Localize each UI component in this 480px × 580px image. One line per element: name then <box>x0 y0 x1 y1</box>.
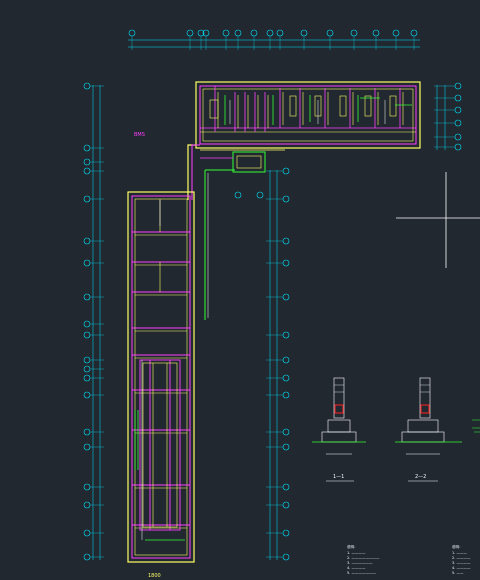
axis-bubble-icon <box>83 259 91 267</box>
design-notes-right: 说明： 1. ——— 2. ———— 3. ———— 4. ———— 5. —— <box>452 544 471 575</box>
section-detail-2-2 <box>395 377 480 455</box>
axis-bubble-icon <box>83 331 91 339</box>
notes-line: 2. ———————— <box>347 556 380 560</box>
notes-line: 3. —————— <box>347 561 373 565</box>
axis-bubble-icon <box>282 356 290 364</box>
axis-bubble-icon <box>282 259 290 267</box>
cad-drawing-canvas[interactable]: BMS 1800 1—1 2—2 说明： 1. ———— 2. ————————… <box>0 0 480 580</box>
axis-bubble-icon <box>83 237 91 245</box>
axis-bubble-icon <box>222 29 230 37</box>
axis-bubble-icon <box>83 483 91 491</box>
axis-bubble-icon <box>83 553 91 561</box>
pink-area-label: BMS <box>134 132 145 138</box>
axis-bubble-icon <box>282 443 290 451</box>
axis-bubble-icon <box>276 29 284 37</box>
axis-bubble-icon <box>282 428 290 436</box>
notes-line: 2. ———— <box>452 556 471 560</box>
bottom-dimension-label: 1800 <box>148 573 161 579</box>
notes-line: 3. ———— <box>452 561 471 565</box>
axis-bubble-icon <box>83 158 91 166</box>
design-notes: 说明： 1. ———— 2. ———————— 3. —————— 4. ———… <box>347 544 380 575</box>
axis-bubble-icon <box>282 374 290 382</box>
notes-line: 5. —— <box>452 571 464 575</box>
axis-bubble-icon <box>282 331 290 339</box>
axis-bubble-icon <box>282 391 290 399</box>
axis-bubble-icon <box>83 195 91 203</box>
axis-bubble-icon <box>350 29 358 37</box>
notes-line: 5. ——————— <box>347 571 376 575</box>
axis-bubble-icon <box>454 143 462 151</box>
notes-line: 1. ——— <box>452 551 467 555</box>
axis-bubble-icon <box>282 195 290 203</box>
axis-bubble-icon <box>300 29 308 37</box>
axis-bubble-icon <box>83 356 91 364</box>
axis-bubble-icon <box>454 133 462 141</box>
axis-bubble-icon <box>83 391 91 399</box>
axis-bubble-icon <box>83 443 91 451</box>
axis-bubble-icon <box>83 82 91 90</box>
axis-bubble-icon <box>282 293 290 301</box>
axis-bubble-icon <box>454 119 462 127</box>
axis-bubble-icon <box>83 374 91 382</box>
notes-line: 4. ———— <box>347 566 366 570</box>
axis-bubble-icon <box>83 428 91 436</box>
long-wing-plan <box>127 191 195 563</box>
crosshair-cursor-icon <box>396 172 480 268</box>
axis-bubble-icon <box>128 29 136 37</box>
axis-bubble-icon <box>282 167 290 175</box>
axis-bubble-icon <box>83 501 91 509</box>
axis-bubble-icon <box>454 106 462 114</box>
axis-bubble-icon <box>234 191 242 199</box>
axis-bubble-icon <box>83 144 91 152</box>
axis-bubble-icon <box>454 94 462 102</box>
axis-bubble-icon <box>410 29 418 37</box>
axis-bubble-icon <box>282 501 290 509</box>
axis-bubble-icon <box>372 29 380 37</box>
section-title-1-1: 1—1 <box>333 474 344 480</box>
axis-bubble-icon <box>282 553 290 561</box>
axis-bubble-icon <box>326 29 334 37</box>
axis-bubble-icon <box>83 167 91 175</box>
corridor-plan <box>187 144 285 320</box>
axis-bubble-icon <box>454 82 462 90</box>
axis-bubble-icon <box>266 29 274 37</box>
axis-grid <box>92 39 446 560</box>
axis-bubble-icon <box>256 191 264 199</box>
axis-bubble-icon <box>234 29 242 37</box>
top-wing-plan <box>195 81 421 149</box>
axis-bubble-icon <box>250 29 258 37</box>
axis-bubble-icon <box>83 293 91 301</box>
notes-title: 说明： <box>347 544 358 549</box>
notes-line: 1. ———— <box>347 551 366 555</box>
axis-bubble-icon <box>83 365 91 373</box>
notes-line: 4. ———— <box>452 566 471 570</box>
section-title-2-2: 2—2 <box>415 474 426 480</box>
axis-bubble-icon <box>186 29 194 37</box>
axis-bubble-icon <box>83 320 91 328</box>
axis-bubble-icon <box>282 483 290 491</box>
axis-bubble-icon <box>392 29 400 37</box>
axis-bubble-icon <box>83 529 91 537</box>
section-detail-1-1 <box>312 377 366 455</box>
axis-bubble-icon <box>282 237 290 245</box>
notes-title: 说明： <box>452 544 463 549</box>
axis-bubble-icon <box>282 529 290 537</box>
